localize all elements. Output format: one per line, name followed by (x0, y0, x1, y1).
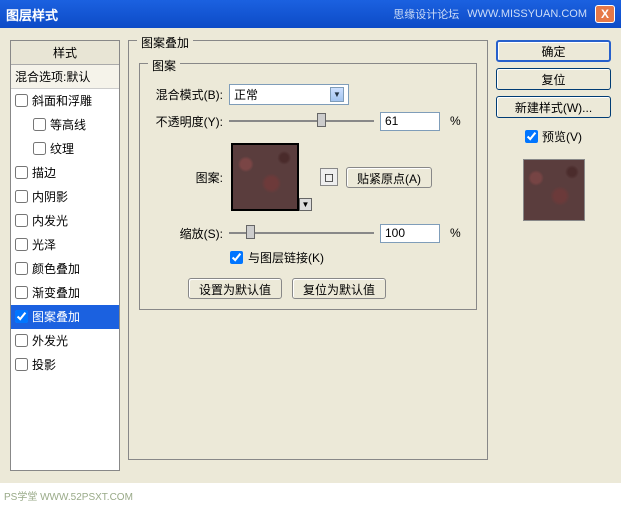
pattern-label: 图案: (148, 169, 223, 186)
close-button[interactable]: X (595, 5, 615, 23)
style-checkbox-1[interactable] (33, 118, 46, 131)
snap-origin-icon-button[interactable]: ◻ (320, 168, 338, 186)
styles-panel: 样式 混合选项:默认 斜面和浮雕等高线纹理描边内阴影内发光光泽颜色叠加渐变叠加图… (10, 40, 120, 471)
chevron-down-icon: ▼ (330, 87, 344, 102)
reset-default-button[interactable]: 复位为默认值 (292, 278, 386, 299)
style-item-5[interactable]: 内发光 (11, 209, 119, 233)
preview-checkbox[interactable] (525, 130, 538, 143)
make-default-button[interactable]: 设置为默认值 (188, 278, 282, 299)
style-item-11[interactable]: 投影 (11, 353, 119, 377)
style-checkbox-11[interactable] (15, 358, 28, 371)
dialog-title: 图层样式 (6, 5, 58, 24)
style-item-9[interactable]: 图案叠加 (11, 305, 119, 329)
style-label-9: 图案叠加 (32, 308, 80, 325)
style-checkbox-7[interactable] (15, 262, 28, 275)
pattern-subgroup: 图案 混合模式(B): 正常 ▼ 不透明度(Y): 61 % (139, 63, 477, 310)
blend-mode-label: 混合模式(B): (148, 86, 223, 103)
style-label-7: 颜色叠加 (32, 260, 80, 277)
style-item-10[interactable]: 外发光 (11, 329, 119, 353)
title-bar: 图层样式 思缘设计论坛 WWW.MISSYUAN.COM X (0, 0, 621, 28)
style-item-1[interactable]: 等高线 (11, 113, 119, 137)
reset-button[interactable]: 复位 (496, 68, 611, 90)
style-item-7[interactable]: 颜色叠加 (11, 257, 119, 281)
blend-mode-value: 正常 (234, 86, 258, 103)
new-style-button[interactable]: 新建样式(W)... (496, 96, 611, 118)
style-checkbox-5[interactable] (15, 214, 28, 227)
link-with-layer-label: 与图层链接(K) (248, 249, 324, 266)
scale-input[interactable]: 100 (380, 224, 440, 243)
preview-swatch (523, 159, 585, 221)
snap-origin-button[interactable]: 贴紧原点(A) (346, 167, 432, 188)
footer-watermark: PS学堂 WWW.52PSXT.COM (4, 488, 133, 503)
style-label-4: 内阴影 (32, 188, 68, 205)
opacity-slider[interactable] (229, 111, 374, 131)
style-checkbox-8[interactable] (15, 286, 28, 299)
style-checkbox-4[interactable] (15, 190, 28, 203)
style-checkbox-0[interactable] (15, 94, 28, 107)
style-checkbox-9[interactable] (15, 310, 28, 323)
styles-header[interactable]: 样式 (11, 41, 119, 65)
blend-mode-select[interactable]: 正常 ▼ (229, 84, 349, 105)
watermark-text-2: WWW.MISSYUAN.COM (467, 8, 587, 20)
pattern-flyout-button[interactable]: ▼ (299, 198, 312, 211)
style-label-10: 外发光 (32, 332, 68, 349)
style-item-6[interactable]: 光泽 (11, 233, 119, 257)
blend-options-row[interactable]: 混合选项:默认 (11, 65, 119, 89)
center-panel: 图案叠加 图案 混合模式(B): 正常 ▼ 不透明度(Y): 6 (128, 40, 488, 471)
pattern-overlay-group: 图案叠加 图案 混合模式(B): 正常 ▼ 不透明度(Y): 6 (128, 40, 488, 460)
style-checkbox-6[interactable] (15, 238, 28, 251)
watermark-text-1: 思缘设计论坛 (393, 6, 459, 22)
subgroup-legend: 图案 (148, 57, 180, 74)
style-label-11: 投影 (32, 356, 56, 373)
group-legend: 图案叠加 (137, 34, 193, 51)
scale-label: 缩放(S): (148, 225, 223, 242)
style-item-3[interactable]: 描边 (11, 161, 119, 185)
style-label-2: 纹理 (50, 140, 74, 157)
ok-button[interactable]: 确定 (496, 40, 611, 62)
style-label-6: 光泽 (32, 236, 56, 253)
style-item-2[interactable]: 纹理 (11, 137, 119, 161)
style-label-0: 斜面和浮雕 (32, 92, 92, 109)
scale-percent: % (450, 226, 461, 240)
opacity-percent: % (450, 114, 461, 128)
pattern-swatch[interactable] (231, 143, 299, 211)
style-label-3: 描边 (32, 164, 56, 181)
style-item-8[interactable]: 渐变叠加 (11, 281, 119, 305)
preview-label: 预览(V) (542, 128, 582, 145)
right-panel: 确定 复位 新建样式(W)... 预览(V) (496, 40, 611, 471)
styles-list: 斜面和浮雕等高线纹理描边内阴影内发光光泽颜色叠加渐变叠加图案叠加外发光投影 (11, 89, 119, 470)
style-checkbox-2[interactable] (33, 142, 46, 155)
style-label-8: 渐变叠加 (32, 284, 80, 301)
close-icon: X (601, 7, 609, 21)
style-label-1: 等高线 (50, 116, 86, 133)
style-label-5: 内发光 (32, 212, 68, 229)
link-with-layer-checkbox[interactable] (230, 251, 243, 264)
style-checkbox-10[interactable] (15, 334, 28, 347)
scale-slider[interactable] (229, 223, 374, 243)
opacity-input[interactable]: 61 (380, 112, 440, 131)
style-checkbox-3[interactable] (15, 166, 28, 179)
style-item-0[interactable]: 斜面和浮雕 (11, 89, 119, 113)
style-item-4[interactable]: 内阴影 (11, 185, 119, 209)
opacity-label: 不透明度(Y): (148, 113, 223, 130)
